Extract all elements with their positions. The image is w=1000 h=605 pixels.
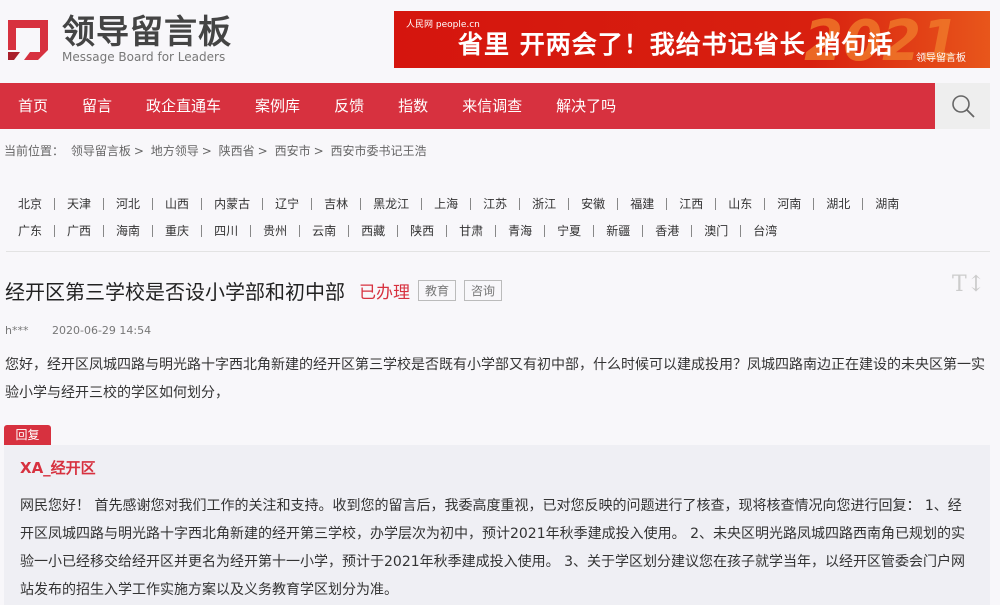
province-link[interactable]: 宁夏 (545, 224, 595, 237)
promo-banner[interactable]: 2021 人民网 people.cn 省里 开两会了！我给书记省长 捎句话 领导… (394, 9, 990, 74)
breadcrumb-item[interactable]: 西安市委书记王浩 (330, 144, 426, 158)
province-link[interactable]: 浙江 (520, 197, 570, 210)
font-size-toggle-icon[interactable]: T↕ (952, 272, 985, 297)
search-button[interactable] (935, 83, 990, 129)
province-link[interactable]: 江西 (667, 197, 717, 210)
province-link[interactable]: 云南 (300, 224, 350, 237)
breadcrumb-item[interactable]: 领导留言板 (71, 144, 131, 158)
nav-feedback[interactable]: 反馈 (316, 83, 380, 129)
breadcrumb-sep: > (201, 144, 212, 158)
province-row: 广东 广西 海南 重庆 四川 贵州 云南 西藏 陕西 甘肃 青海 宁夏 新疆 香港 澳门 台湾 (6, 217, 986, 244)
logo-icon (4, 16, 52, 62)
breadcrumb: 当前位置： 领导留言板 > 地方领导 > 陕西省 > 西安市 > 西安市委书记王浩 (4, 142, 429, 159)
province-link[interactable]: 新疆 (594, 224, 644, 237)
reply-body: 网民您好！ 首先感谢您对我们工作的关注和支持。收到您的留言后，我委高度重视，已对… (20, 498, 965, 598)
reply-box: XA_经开区 网民您好！ 首先感谢您对我们工作的关注和支持。收到您的留言后，我委… (4, 445, 990, 605)
province-link[interactable]: 天津 (55, 197, 105, 210)
province-link[interactable]: 山东 (716, 197, 766, 210)
province-link[interactable]: 广东 (6, 224, 56, 237)
nav-cases[interactable]: 案例库 (237, 83, 316, 129)
logo-title: 领导留言板 (62, 12, 232, 51)
tag-education[interactable]: 教育 (418, 280, 457, 301)
nav-solved[interactable]: 解决了吗 (538, 83, 632, 129)
breadcrumb-sep: > (257, 144, 268, 158)
province-link[interactable]: 甘肃 (447, 224, 497, 237)
breadcrumb-item[interactable]: 陕西省 (219, 144, 255, 158)
breadcrumb-sep: > (133, 144, 144, 158)
province-link[interactable]: 青海 (496, 224, 546, 237)
province-link[interactable]: 澳门 (692, 224, 742, 237)
message-title: 经开区第三学校是否设小学部和初中部 (5, 280, 345, 304)
nav-home[interactable]: 首页 (0, 83, 64, 129)
province-row: 北京 天津 河北 山西 内蒙古 辽宁 吉林 黑龙江 上海 江苏 浙江 安徽 福建 江西 山东 河南 湖北 湖南 (6, 190, 986, 217)
divider (6, 251, 990, 252)
breadcrumb-label: 当前位置： (4, 144, 65, 158)
province-link[interactable]: 台湾 (741, 225, 789, 237)
province-link[interactable]: 上海 (422, 197, 472, 210)
province-link[interactable]: 海南 (104, 224, 154, 237)
province-link[interactable]: 湖南 (863, 198, 911, 210)
banner-logo: 领导留言板 (916, 53, 966, 64)
logo-subtitle: Message Board for Leaders (62, 50, 226, 64)
breadcrumb-item[interactable]: 地方领导 (151, 144, 199, 158)
replier-name: XA_经开区 (20, 459, 96, 477)
reply-tab: 回复 (4, 425, 51, 445)
province-link[interactable]: 河北 (104, 197, 154, 210)
site-logo[interactable]: 领导留言板 Message Board for Leaders (4, 14, 232, 64)
message-meta: h*** 2020-06-29 14:54 (5, 324, 151, 337)
breadcrumb-sep: > (313, 144, 324, 158)
main-nav: 首页 留言 政企直通车 案例库 反馈 指数 来信调查 解决了吗 (0, 83, 935, 129)
message-body: 您好，经开区凤城四路与明光路十字西北角新建的经开区第三学校是否既有小学部又有初中… (5, 357, 985, 401)
province-link[interactable]: 香港 (643, 224, 693, 237)
province-link[interactable]: 广西 (55, 224, 105, 237)
province-link[interactable]: 河南 (765, 197, 815, 210)
search-icon (951, 95, 975, 118)
message-time: 2020-06-29 14:54 (51, 324, 152, 337)
province-link[interactable]: 西藏 (349, 224, 399, 237)
province-link[interactable]: 陕西 (398, 224, 448, 237)
province-link[interactable]: 内蒙古 (202, 197, 264, 210)
province-list: 北京 天津 河北 山西 内蒙古 辽宁 吉林 黑龙江 上海 江苏 浙江 安徽 福建 江西 山东 河南 湖北 湖南 广… (6, 190, 986, 244)
province-link[interactable]: 江苏 (471, 197, 521, 210)
nav-survey[interactable]: 来信调查 (444, 83, 538, 129)
province-link[interactable]: 重庆 (153, 224, 203, 237)
province-link[interactable]: 安徽 (569, 197, 619, 210)
nav-index[interactable]: 指数 (380, 83, 444, 129)
message-header: 经开区第三学校是否设小学部和初中部 已办理 教育 咨询 (5, 276, 503, 305)
province-link[interactable]: 四川 (202, 224, 252, 237)
nav-business[interactable]: 政企直通车 (128, 83, 237, 129)
province-link[interactable]: 北京 (6, 197, 56, 210)
province-link[interactable]: 贵州 (251, 224, 301, 237)
breadcrumb-item[interactable]: 西安市 (275, 144, 311, 158)
tag-inquiry[interactable]: 咨询 (464, 280, 503, 301)
province-link[interactable]: 福建 (618, 197, 668, 210)
banner-text: 省里 开两会了！我给书记省长 捎句话 (458, 30, 894, 59)
province-link[interactable]: 辽宁 (263, 197, 313, 210)
province-link[interactable]: 黑龙江 (361, 197, 423, 210)
province-link[interactable]: 吉林 (312, 197, 362, 210)
message-user: h*** (5, 324, 29, 337)
province-link[interactable]: 山西 (153, 197, 203, 210)
status-badge: 已办理 (359, 283, 410, 303)
font-toggle-label: T (952, 272, 967, 297)
nav-message[interactable]: 留言 (64, 83, 128, 129)
province-link[interactable]: 湖北 (814, 197, 864, 210)
